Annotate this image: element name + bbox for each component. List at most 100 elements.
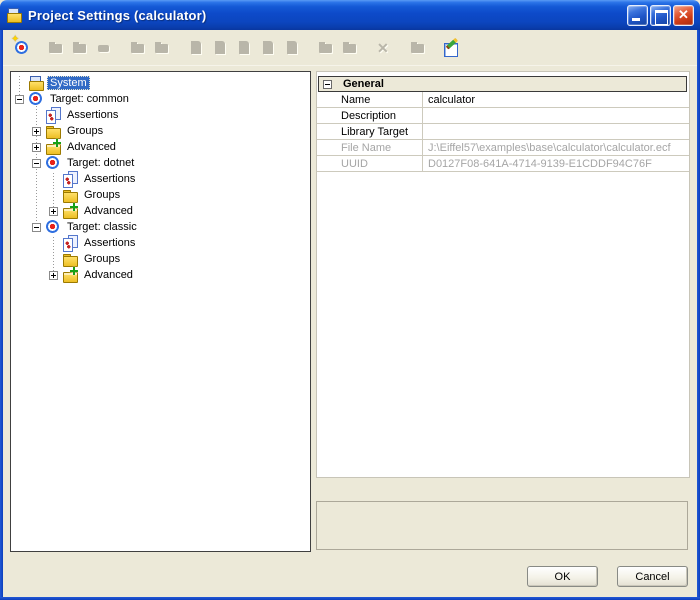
tree-item-assertions[interactable]: Assertions [11,107,310,123]
new-override-button[interactable] [150,36,174,60]
new-library-button[interactable] [44,36,68,60]
property-value: J:\Eiffel57\examples\base\calculator\cal… [422,140,689,155]
edit-configuration-button[interactable] [440,36,464,60]
tree-item-label[interactable]: Groups [81,252,123,266]
new-variable-button[interactable] [406,36,430,60]
titlebar[interactable]: Project Settings (calculator) [0,0,700,30]
toolbar [3,30,697,66]
remove-button[interactable] [372,36,396,60]
tree-item-groups[interactable]: Groups [11,187,310,203]
tree-item-label[interactable]: System [47,76,90,90]
new-cluster-icon [130,40,146,56]
property-row-description: Description [317,108,689,124]
tree-item-label[interactable]: Advanced [81,268,136,282]
property-value[interactable]: calculator [422,92,689,107]
tree-rows: System Target: common Assertions Groups Adva… [11,72,310,283]
property-label: Description [317,110,422,122]
property-value: D0127F08-641A-4714-9139-E1CDDF94C76F [422,156,689,171]
window-border-left [0,30,3,600]
collapse-section-icon[interactable] [323,80,332,89]
advanced-icon [62,267,78,283]
property-label: File Name [317,142,422,154]
new-file-rule-button[interactable] [184,36,208,60]
tree-item-assertions[interactable]: Assertions [11,235,310,251]
section-title: General [343,78,384,90]
new-postcompile-task-button[interactable] [338,36,362,60]
tree-item-assertions[interactable]: Assertions [11,171,310,187]
expand-icon[interactable] [49,207,58,216]
tree-item-target-dotnet[interactable]: Target: dotnet [11,155,310,171]
new-external-make-button[interactable] [280,36,304,60]
target-icon [45,155,61,171]
new-precompile-icon [96,40,112,56]
tree-item-label[interactable]: Assertions [81,172,138,186]
new-assembly-button[interactable] [68,36,92,60]
property-label: UUID [317,158,422,170]
folder-icon [45,123,61,139]
tree-item-target-common[interactable]: Target: common [11,91,310,107]
expand-icon[interactable] [32,127,41,136]
tree-item-groups[interactable]: Groups [11,251,310,267]
assertions-icon [45,107,61,123]
tree-item-advanced[interactable]: Advanced [11,267,310,283]
collapse-icon[interactable] [15,95,24,104]
tree-item-system[interactable]: System [11,75,310,91]
property-value[interactable] [422,124,689,139]
collapse-icon[interactable] [32,159,41,168]
new-precompile-button[interactable] [92,36,116,60]
description-help-panel [316,501,688,550]
close-button[interactable] [673,5,694,26]
new-external-library-button[interactable] [256,36,280,60]
new-external-object-icon [236,40,252,56]
dialog-body: System Target: common Assertions Groups Adva… [3,66,697,597]
tree-item-label[interactable]: Groups [81,188,123,202]
advanced-icon [62,203,78,219]
new-target-icon [14,40,30,56]
new-file-rule-icon [188,40,204,56]
property-value[interactable] [422,108,689,123]
tree-item-label[interactable]: Target: dotnet [64,156,137,170]
tree-item-label[interactable]: Assertions [64,108,121,122]
section-header-general[interactable]: General [318,76,687,92]
expand-icon[interactable] [49,271,58,280]
tree-item-groups[interactable]: Groups [11,123,310,139]
tree-item-advanced[interactable]: Advanced [11,139,310,155]
new-external-object-button[interactable] [232,36,256,60]
new-external-include-icon [212,40,228,56]
property-row-file-name: File NameJ:\Eiffel57\examples\base\calcu… [317,140,689,156]
assertions-icon [62,171,78,187]
tree-item-label[interactable]: Advanced [81,204,136,218]
expand-icon[interactable] [32,143,41,152]
new-target-button[interactable] [10,36,34,60]
new-assembly-icon [72,40,88,56]
property-label: Name [317,94,422,106]
tree-item-advanced[interactable]: Advanced [11,203,310,219]
edit-pencil-icon [444,40,460,56]
new-external-make-icon [284,40,300,56]
new-library-icon [48,40,64,56]
system-icon [28,75,44,91]
advanced-icon [45,139,61,155]
property-grid: NamecalculatorDescriptionLibrary TargetF… [317,92,689,172]
target-icon [45,219,61,235]
new-external-include-button[interactable] [208,36,232,60]
new-precompile-task-button[interactable] [314,36,338,60]
tree-item-label[interactable]: Target: classic [64,220,140,234]
new-cluster-button[interactable] [126,36,150,60]
tree-item-label[interactable]: Advanced [64,140,119,154]
ok-button[interactable]: OK [527,566,598,587]
minimize-button[interactable] [627,5,648,26]
collapse-icon[interactable] [32,223,41,232]
tree-item-label[interactable]: Target: common [47,92,132,106]
target-icon [28,91,44,107]
project-settings-window: Project Settings (calculator) System Targ… [0,0,700,600]
tree-item-label[interactable]: Groups [64,124,106,138]
maximize-button[interactable] [650,5,671,26]
new-variable-icon [410,40,426,56]
remove-x-icon [376,40,392,56]
tree-item-label[interactable]: Assertions [81,236,138,250]
tree-item-target-classic[interactable]: Target: classic [11,219,310,235]
cancel-button[interactable]: Cancel [617,566,688,587]
property-row-uuid: UUIDD0127F08-641A-4714-9139-E1CDDF94C76F [317,156,689,172]
new-override-icon [154,40,170,56]
